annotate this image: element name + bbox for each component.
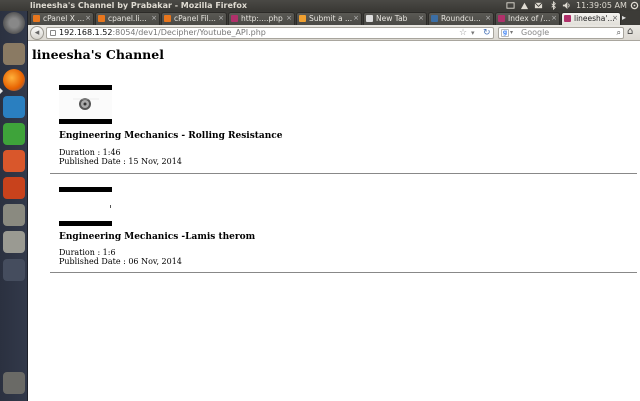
tab-label: Index of /...	[508, 14, 551, 23]
firefox-icon[interactable]	[3, 69, 25, 91]
tab-label: http:....php	[241, 14, 283, 23]
url-host: 192.168.1.52	[59, 28, 113, 37]
libreoffice-writer-icon[interactable]	[3, 96, 25, 118]
tab-close-icon[interactable]: ×	[612, 13, 618, 24]
google-icon[interactable]: g	[501, 29, 509, 37]
drive-icon[interactable]	[3, 231, 25, 253]
tab-label: New Tab	[376, 14, 408, 23]
tab-favicon-icon	[164, 15, 171, 22]
video-thumbnail[interactable]	[59, 85, 112, 124]
tab-favicon-icon	[231, 15, 238, 22]
search-icon[interactable]: ⌕	[617, 28, 621, 38]
browser-tab[interactable]: cPanel X ... ×	[30, 12, 94, 25]
launcher	[0, 11, 28, 401]
bluetooth-icon[interactable]	[549, 1, 558, 10]
tab-close-icon[interactable]: ×	[286, 13, 292, 24]
url-history-dropdown-icon[interactable]: ▾	[471, 28, 475, 38]
window-title: lineesha's Channel by Prabakar - Mozilla…	[30, 1, 248, 10]
search-engine-dropdown-icon[interactable]: ▾	[510, 28, 513, 38]
divider	[50, 272, 637, 273]
video-published-date: Published Date : 15 Nov, 2014	[59, 157, 182, 166]
network-icon[interactable]	[520, 1, 529, 10]
browser-tab[interactable]: lineesha'... ×	[561, 12, 621, 25]
clock[interactable]: 11:39:05 AM	[576, 0, 627, 11]
tab-close-icon[interactable]: ×	[353, 13, 359, 24]
tab-close-icon[interactable]: ×	[418, 13, 424, 24]
tab-close-icon[interactable]: ×	[85, 13, 91, 24]
tab-favicon-icon	[498, 15, 505, 22]
workspace-switcher-icon[interactable]	[3, 259, 25, 281]
search-placeholder: Google	[521, 28, 550, 37]
browser-tab[interactable]: cPanel Fil... ×	[161, 12, 227, 25]
letterbox-bottom	[59, 119, 112, 124]
mail-icon[interactable]	[534, 1, 543, 10]
tab-label: lineesha'...	[574, 14, 615, 23]
tab-label: cPanel X ...	[43, 14, 85, 23]
reload-icon[interactable]: ↻	[483, 28, 491, 38]
browser-tab[interactable]: New Tab ×	[363, 12, 427, 25]
browser-tab[interactable]: cpanel.li... ×	[95, 12, 160, 25]
system-settings-icon[interactable]	[3, 177, 25, 199]
video-thumbnail[interactable]	[59, 187, 112, 226]
video-published-date: Published Date : 06 Nov, 2014	[59, 257, 182, 266]
tab-favicon-icon	[366, 15, 373, 22]
tab-favicon-icon	[299, 15, 306, 22]
video-duration: Duration : 1:46	[59, 148, 121, 157]
trash-icon[interactable]	[3, 372, 25, 394]
tab-close-icon[interactable]: ×	[551, 13, 557, 24]
tab-favicon-icon	[564, 15, 571, 22]
divider	[50, 173, 637, 174]
libreoffice-impress-icon[interactable]	[3, 150, 25, 172]
navigation-bar: ◂ 192.168.1.52:8054/dev1/Decipher/Youtub…	[28, 25, 640, 41]
tab-label: Roundcu...	[441, 14, 481, 23]
tab-favicon-icon	[98, 15, 105, 22]
files-icon[interactable]	[3, 43, 25, 65]
tab-strip: ▸ cPanel X ... × cpanel.li... × cPanel Fil..…	[28, 11, 640, 25]
wheel-thumbnail-icon	[59, 90, 112, 119]
volume-icon[interactable]	[562, 1, 571, 10]
tab-label: Submit a ...	[309, 14, 353, 23]
browser-tab[interactable]: Index of /... ×	[495, 12, 560, 25]
power-gear-icon[interactable]	[630, 1, 639, 10]
tab-label: cPanel Fil...	[174, 14, 216, 23]
text-editor-icon[interactable]	[3, 204, 25, 226]
url-path: :8054/dev1/Decipher/Youtube_API.php	[112, 28, 266, 37]
tab-favicon-icon	[33, 15, 40, 22]
video-title[interactable]: Engineering Mechanics -Lamis therom	[59, 232, 255, 242]
firefox-window: ▸ cPanel X ... × cpanel.li... × cPanel Fil..…	[28, 11, 640, 401]
libreoffice-calc-icon[interactable]	[3, 123, 25, 145]
tab-close-icon[interactable]: ×	[218, 13, 224, 24]
tab-favicon-icon	[431, 15, 438, 22]
blank-thumbnail-icon	[59, 192, 112, 221]
bookmark-star-icon[interactable]: ☆	[459, 28, 467, 38]
tab-scroll-right-icon[interactable]: ▸	[622, 13, 626, 22]
top-panel: lineesha's Channel by Prabakar - Mozilla…	[0, 0, 640, 11]
home-icon[interactable]: ⌂	[627, 26, 633, 37]
browser-tab[interactable]: http:....php ×	[228, 12, 295, 25]
page-title: lineesha's Channel	[32, 47, 164, 62]
browser-tab[interactable]: Submit a ... ×	[296, 12, 362, 25]
tab-label: cpanel.li...	[108, 14, 147, 23]
site-identity-icon[interactable]	[50, 30, 56, 36]
back-button[interactable]: ◂	[30, 26, 44, 40]
video-duration: Duration : 1:6	[59, 248, 116, 257]
dash-home-icon[interactable]	[3, 12, 25, 34]
back-arrow-icon: ◂	[34, 28, 40, 38]
tab-close-icon[interactable]: ×	[151, 13, 157, 24]
letterbox-bottom	[59, 221, 112, 226]
browser-tab[interactable]: Roundcu... ×	[428, 12, 494, 25]
url-bar[interactable]: 192.168.1.52:8054/dev1/Decipher/Youtube_…	[46, 27, 494, 39]
tab-close-icon[interactable]: ×	[485, 13, 491, 24]
page-content: lineesha's Channel Engineering Mechanics…	[28, 42, 640, 401]
running-indicator	[0, 88, 3, 94]
search-bar[interactable]: g ▾ Google ⌕	[498, 27, 624, 39]
video-title[interactable]: Engineering Mechanics - Rolling Resistan…	[59, 131, 283, 141]
keyboard-indicator-icon[interactable]	[506, 1, 515, 10]
